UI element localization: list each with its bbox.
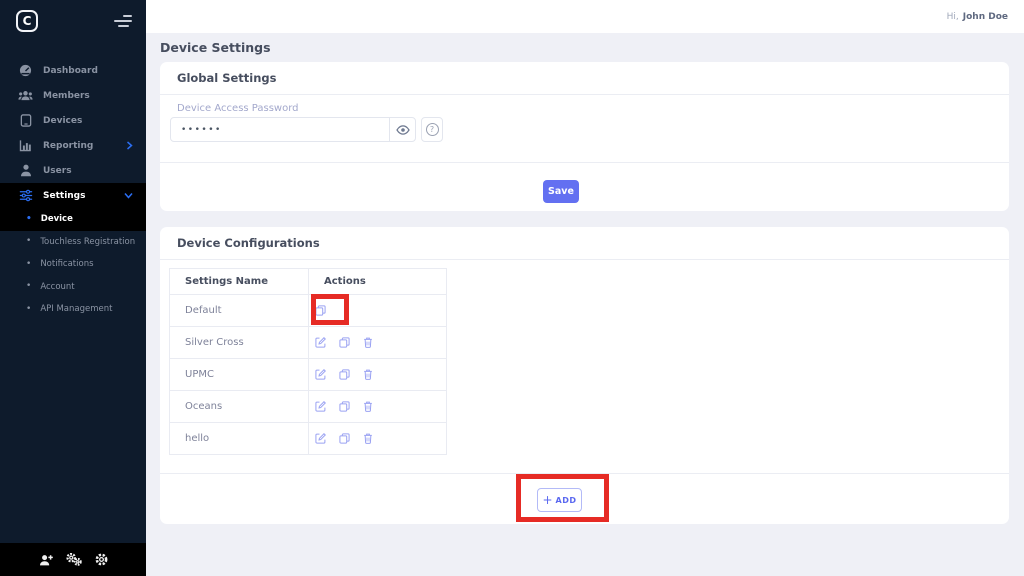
sidebar-item-label: Devices [43,116,82,126]
page-title: Device Settings [160,40,271,55]
edit-icon[interactable] [315,433,326,444]
sidebar-footer [0,543,146,576]
logo-letter: C [23,14,32,28]
user-plus-icon[interactable] [39,554,53,566]
settings-sliders-icon [18,189,33,202]
password-input-group: ? [170,117,443,142]
copy-icon[interactable] [315,305,326,316]
password-label: Device Access Password [177,103,299,114]
sidebar-subitem-label: Account [40,282,74,292]
settings-name-cell: Oceans [170,391,309,423]
sidebar-item-users[interactable]: Users [0,158,146,183]
question-icon: ? [426,123,439,136]
greeting-text: Hi, [947,12,959,22]
bullet-icon: • [26,260,31,269]
sidebar-item-label: Users [43,166,72,176]
save-button[interactable]: Save [543,180,579,203]
chevron-right-icon [126,141,133,150]
sidebar: C Dashboard Members Devices Reporting [0,0,146,576]
sidebar-subitem-account[interactable]: • Account [0,276,146,299]
sidebar-item-reporting[interactable]: Reporting [0,133,146,158]
password-help-button[interactable]: ? [421,117,443,142]
delete-icon[interactable] [363,369,373,380]
add-button-label: ADD [556,496,577,505]
settings-name-cell: Silver Cross [170,327,309,359]
user-name: John Doe [963,12,1008,22]
card-footer: + ADD [160,473,1009,524]
users-icon [18,164,33,177]
card-title: Global Settings [160,62,1009,95]
edit-icon[interactable] [315,337,326,348]
table-row-oceans: Oceans [170,391,447,423]
gear-icon[interactable] [95,553,108,566]
device-access-password-input[interactable] [170,117,390,142]
delete-icon[interactable] [363,433,373,444]
app-logo: C [16,10,38,32]
eye-icon [396,125,410,135]
sidebar-subitem-api-management[interactable]: • API Management [0,298,146,321]
sidebar-menu: Dashboard Members Devices Reporting [0,58,146,321]
sidebar-subitem-label: API Management [40,304,112,314]
copy-icon[interactable] [339,337,350,348]
column-header-actions: Actions [309,269,447,295]
settings-submenu: • Device • Touchless Registration • Noti… [0,208,146,321]
sidebar-item-label: Reporting [43,141,93,151]
sidebar-subitem-notifications[interactable]: • Notifications [0,253,146,276]
table-row-hello: hello [170,423,447,455]
add-button[interactable]: + ADD [537,488,582,512]
settings-name-cell: UPMC [170,359,309,391]
sidebar-item-devices[interactable]: Devices [0,108,146,133]
copy-icon[interactable] [339,433,350,444]
user-menu[interactable]: Hi, John Doe [947,0,1008,33]
dashboard-icon [18,64,33,77]
copy-icon[interactable] [339,401,350,412]
settings-name-cell: hello [170,423,309,455]
copy-icon[interactable] [339,369,350,380]
plus-icon: + [542,494,552,506]
device-configurations-card: Device Configurations Settings Name Acti… [160,227,1009,524]
sidebar-item-dashboard[interactable]: Dashboard [0,58,146,83]
sidebar-item-members[interactable]: Members [0,83,146,108]
table-row-silver-cross: Silver Cross [170,327,447,359]
bullet-icon: • [26,215,32,224]
settings-name-cell: Default [170,295,309,327]
devices-icon [18,114,33,127]
table-row-upmc: UPMC [170,359,447,391]
table-header-row: Settings Name Actions [170,269,447,295]
delete-icon[interactable] [363,337,373,348]
menu-toggle-icon[interactable] [114,15,132,30]
global-settings-card: Global Settings Device Access Password ?… [160,62,1009,211]
card-title: Device Configurations [160,227,1009,260]
table-row-default: Default [170,295,447,327]
card-footer: Save [160,162,1009,211]
sidebar-item-label: Settings [43,191,85,201]
members-icon [18,89,33,102]
device-configurations-table: Settings Name Actions Default Silver Cro… [169,268,447,455]
toggle-password-visibility-button[interactable] [389,117,416,142]
sidebar-subitem-label: Device [41,214,73,224]
sidebar-subitem-touchless-registration[interactable]: • Touchless Registration [0,231,146,254]
cogs-icon[interactable] [66,553,82,566]
bullet-icon: • [26,305,31,314]
column-header-settings-name: Settings Name [170,269,309,295]
bullet-icon: • [26,282,31,291]
sidebar-subitem-label: Touchless Registration [40,237,135,247]
sidebar-subitem-device[interactable]: • Device [0,208,146,231]
sidebar-item-label: Members [43,91,90,101]
top-bar: Hi, John Doe [146,0,1024,33]
sidebar-subitem-label: Notifications [40,259,93,269]
reporting-icon [18,139,33,152]
sidebar-item-settings[interactable]: Settings [0,183,146,208]
bullet-icon: • [26,237,31,246]
sidebar-item-label: Dashboard [43,66,98,76]
delete-icon[interactable] [363,401,373,412]
chevron-down-icon [124,192,133,199]
edit-icon[interactable] [315,369,326,380]
edit-icon[interactable] [315,401,326,412]
